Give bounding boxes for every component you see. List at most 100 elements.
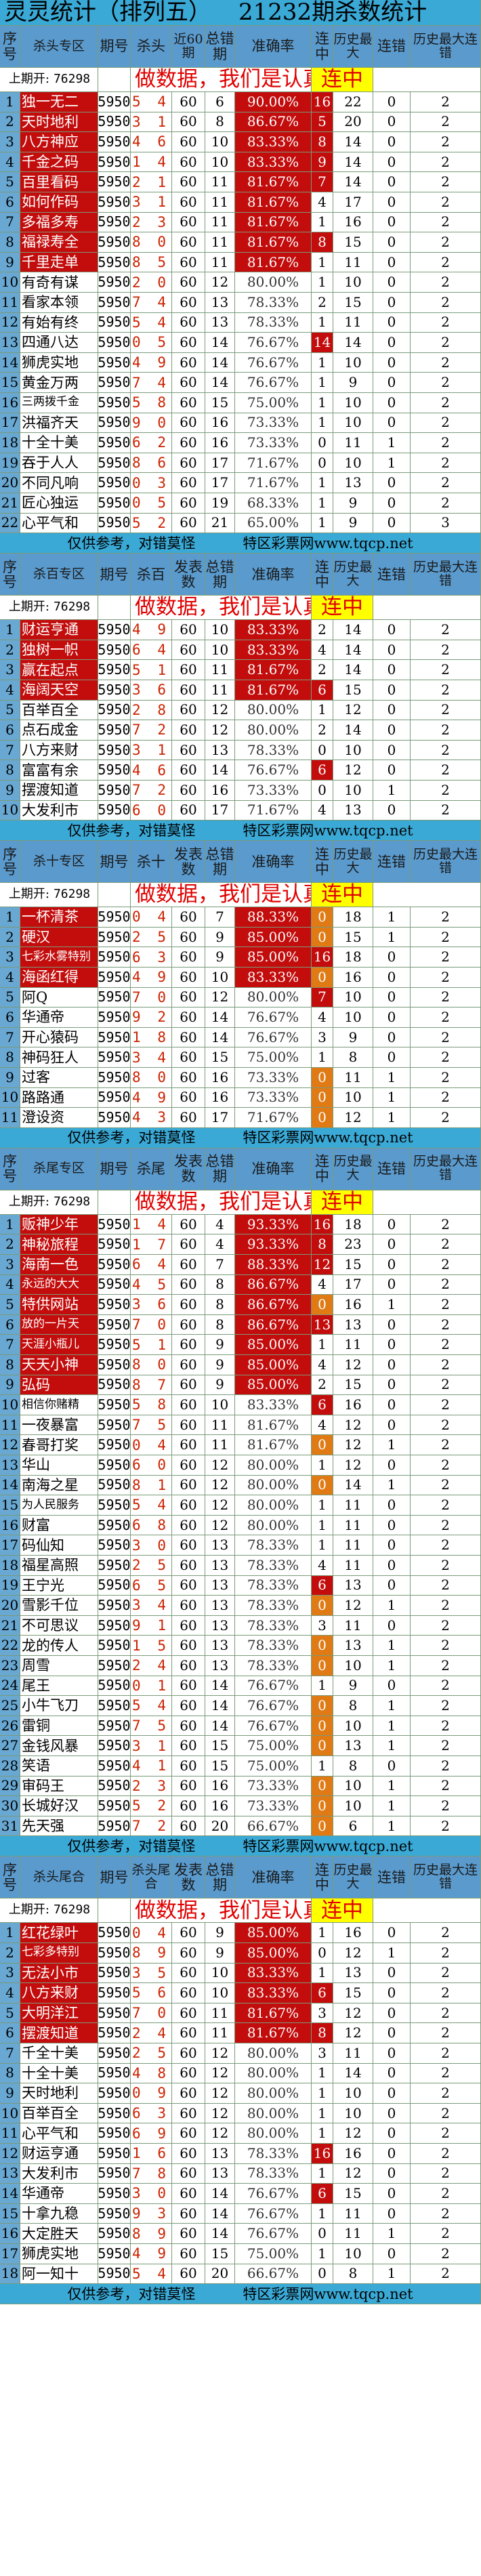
row-tail-29-col-10: 2 <box>411 1776 481 1797</box>
row-tail-1-col-1: 贩神少年 <box>20 1214 98 1235</box>
row-hundred-10-col-9: 0 <box>373 800 411 821</box>
row-hundred-6-col-5: 12 <box>205 720 235 741</box>
row-hundred-10-col-6: 71.67% <box>235 800 312 821</box>
row-head-13-col-4: 60 <box>172 333 205 353</box>
row-tail-3-col-7: 12 <box>312 1255 333 1275</box>
row-ten-1-col-7: 0 <box>312 907 333 928</box>
row-tail-22-col-0: 22 <box>0 1636 20 1656</box>
row-combo-8-col-2: 5950 <box>98 2063 131 2084</box>
banner-text-ten: 做数据，我们是认真的 <box>131 883 312 908</box>
row-tail-15-col-2: 5950 <box>98 1495 131 1516</box>
row-head-18-col-8: 11 <box>333 433 373 453</box>
row-combo-10-col-2: 5950 <box>98 2103 131 2124</box>
row-tail-31-col-0: 31 <box>0 1816 20 1837</box>
row-head-3-col-6: 83.33% <box>235 132 312 152</box>
row-head-17-col-5: 16 <box>205 413 235 434</box>
row-combo-2-col-6: 85.00% <box>235 1943 312 1964</box>
row-tail-15-col-0: 15 <box>0 1495 20 1516</box>
row-tail-26-col-10: 2 <box>411 1716 481 1737</box>
row-tail-29-col-6: 73.33% <box>235 1776 312 1797</box>
last-draw-value: 76298 <box>53 887 91 902</box>
row-head-12-col-5: 13 <box>205 312 235 333</box>
row-head-13-col-3: 0 5 <box>131 333 172 353</box>
row-head-5-col-2: 5950 <box>98 172 131 192</box>
row-tail-31-col-4: 60 <box>172 1816 205 1837</box>
row-tail-26-col-0: 26 <box>0 1716 20 1737</box>
row-hundred-4-col-6: 81.67% <box>235 680 312 701</box>
row-hundred-3-col-10: 2 <box>411 660 481 680</box>
row-head-20-col-1: 不同凡响 <box>20 473 98 493</box>
row-tail-4-col-8: 17 <box>333 1274 373 1295</box>
row-head-1-col-6: 90.00% <box>235 92 312 112</box>
footer-tail: 仅供参考，对错莫怪 特区彩票网www.tqcp.net <box>0 1836 481 1857</box>
row-ten-9-col-0: 9 <box>0 1068 20 1088</box>
row-hundred-5-col-5: 12 <box>205 700 235 721</box>
row-ten-6-col-8: 10 <box>333 1007 373 1028</box>
row-head-22-col-8: 9 <box>333 513 373 534</box>
row-ten-3-col-4: 60 <box>172 947 205 968</box>
row-hundred-6-col-7: 2 <box>312 720 333 741</box>
row-head-8-col-9: 0 <box>373 232 411 253</box>
header-ten-3: 杀十 <box>131 841 172 884</box>
row-head-22-col-6: 65.00% <box>235 513 312 534</box>
row-ten-5-col-8: 10 <box>333 987 373 1008</box>
row-combo-4-col-8: 15 <box>333 1983 373 2003</box>
row-tail-12-col-0: 12 <box>0 1435 20 1455</box>
row-ten-7-col-0: 7 <box>0 1027 20 1048</box>
row-tail-17-col-10: 2 <box>411 1535 481 1556</box>
row-hundred-7-col-8: 10 <box>333 740 373 761</box>
row-combo-7-col-9: 0 <box>373 2043 411 2064</box>
row-tail-27-col-5: 15 <box>205 1736 235 1756</box>
row-ten-4-col-3: 4 9 <box>131 968 172 988</box>
row-tail-30-col-10: 2 <box>411 1796 481 1816</box>
row-tail-26-col-6: 76.67% <box>235 1716 312 1737</box>
row-combo-14-col-2: 5950 <box>98 2184 131 2204</box>
row-combo-6-col-10: 2 <box>411 2023 481 2043</box>
header-combo-3: 杀头尾合 <box>131 1856 172 1899</box>
row-tail-2-col-2: 5950 <box>98 1234 131 1255</box>
row-ten-11-col-3: 4 3 <box>131 1108 172 1128</box>
row-head-13-col-1: 四通八达 <box>20 333 98 353</box>
row-tail-24-col-7: 1 <box>312 1676 333 1697</box>
row-hundred-10-col-3: 6 0 <box>131 800 172 821</box>
row-hundred-5-col-1: 百举百全 <box>20 700 98 721</box>
row-tail-11-col-0: 11 <box>0 1415 20 1436</box>
row-tail-5-col-9: 1 <box>373 1295 411 1315</box>
row-ten-7-col-6: 76.67% <box>235 1027 312 1048</box>
header-ten-10: 历史最大连错 <box>411 841 481 884</box>
row-hundred-2-col-2: 5950 <box>98 640 131 661</box>
row-combo-17-col-5: 15 <box>205 2244 235 2264</box>
row-ten-3-col-6: 85.00% <box>235 947 312 968</box>
row-tail-26-col-1: 雷铜 <box>20 1716 98 1737</box>
row-head-18-col-0: 18 <box>0 433 20 453</box>
row-combo-10-col-9: 0 <box>373 2103 411 2124</box>
row-combo-12-col-10: 2 <box>411 2144 481 2164</box>
row-tail-3-col-6: 88.33% <box>235 1255 312 1275</box>
row-hundred-8-col-6: 76.67% <box>235 760 312 781</box>
row-ten-1-col-4: 60 <box>172 907 205 928</box>
row-tail-13-col-7: 1 <box>312 1455 333 1476</box>
row-tail-3-col-0: 3 <box>0 1255 20 1275</box>
row-hundred-1-col-3: 4 9 <box>131 620 172 640</box>
row-head-20-col-0: 20 <box>0 473 20 493</box>
row-combo-5-col-6: 81.67% <box>235 2003 312 2024</box>
row-tail-16-col-9: 0 <box>373 1515 411 1536</box>
row-tail-6-col-1: 放的一片天 <box>20 1314 98 1335</box>
row-combo-13-col-8: 12 <box>333 2163 373 2184</box>
row-ten-3-col-7: 16 <box>312 947 333 968</box>
row-tail-15-col-8: 11 <box>333 1495 373 1516</box>
header-combo-0: 序号 <box>0 1856 20 1899</box>
row-combo-18-col-8: 8 <box>333 2264 373 2285</box>
row-hundred-5-col-0: 5 <box>0 700 20 721</box>
row-hundred-5-col-2: 5950 <box>98 700 131 721</box>
row-tail-21-col-4: 60 <box>172 1615 205 1636</box>
row-tail-14-col-1: 南海之星 <box>20 1475 98 1496</box>
row-combo-14-col-4: 60 <box>172 2184 205 2204</box>
row-tail-13-col-6: 80.00% <box>235 1455 312 1476</box>
row-tail-12-col-6: 81.67% <box>235 1435 312 1455</box>
row-tail-6-col-0: 6 <box>0 1314 20 1335</box>
row-tail-8-col-8: 12 <box>333 1355 373 1375</box>
row-tail-16-col-7: 1 <box>312 1515 333 1536</box>
row-head-16-col-3: 5 8 <box>131 393 172 413</box>
row-combo-9-col-10: 2 <box>411 2083 481 2104</box>
